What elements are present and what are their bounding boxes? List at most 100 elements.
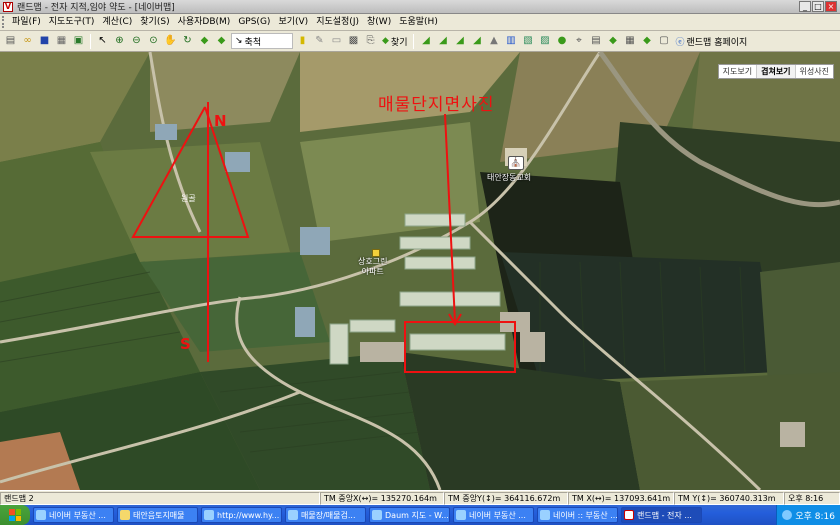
pos-icon[interactable]: ⌖: [571, 34, 586, 49]
toolbar-separator: [90, 33, 91, 49]
browser-icon: [372, 510, 382, 520]
maximize-button[interactable]: □: [812, 1, 824, 12]
sat-icon[interactable]: ◆: [639, 34, 654, 49]
status-tm-center-x: TM 중앙X(↔)= 135270.164m: [320, 491, 444, 505]
save-icon[interactable]: ■: [37, 34, 52, 49]
open-icon[interactable]: ∞: [20, 34, 35, 49]
find-button[interactable]: ◆ 찾기: [380, 35, 409, 48]
terrain-icon[interactable]: ▲: [486, 34, 501, 49]
taskbar-item-active[interactable]: 랜드맵 - 전자 ...: [621, 507, 702, 523]
taskbar-item[interactable]: 매물장/매물검...: [285, 507, 366, 523]
taskbar-item-label: 태안음토지매물: [133, 510, 185, 520]
menu-window[interactable]: 창(W): [363, 15, 395, 30]
menu-map-tools[interactable]: 지도도구(T): [45, 15, 99, 30]
browser-icon: [456, 510, 466, 520]
clock: 오후 8:16: [795, 511, 835, 522]
browser-icon: [540, 510, 550, 520]
browser-icon: [204, 510, 214, 520]
landmap-icon: V: [3, 1, 13, 12]
church-icon: ⛪: [510, 158, 522, 168]
south-label: S: [180, 335, 191, 353]
globe-icon[interactable]: ●: [554, 34, 569, 49]
status-tm-x: TM X(↔)= 137093.641m: [568, 491, 674, 505]
zoom-out-icon[interactable]: ⊖: [129, 34, 144, 49]
toolbar: ▤ ∞ ■ ▦ ▣ ↖ ⊕ ⊖ ⊙ ✋ ↻ ◆ ◆ ↘ 축척 ▮ ✎ ▭ ▩ ⎘…: [0, 31, 840, 52]
grid-icon[interactable]: ▧: [520, 34, 535, 49]
map-type-switch: 지도보기 겹쳐보기 위성사진: [717, 64, 834, 79]
church-marker[interactable]: ⛪: [508, 156, 524, 170]
zoom-region-icon[interactable]: ⊙: [146, 34, 161, 49]
chart-icon[interactable]: ▥: [503, 34, 518, 49]
taskbar-item[interactable]: Daum 지도 - W...: [369, 507, 450, 523]
menu-view[interactable]: 보기(V): [274, 15, 312, 30]
view-icon[interactable]: ▦: [622, 34, 637, 49]
menu-user-db[interactable]: 사용자DB(M): [174, 15, 235, 30]
status-time: 오후 8:16: [784, 491, 840, 505]
tool-c-icon[interactable]: ◢: [452, 34, 467, 49]
taskbar-item[interactable]: 태안음토지매물: [117, 507, 198, 523]
calculator-icon[interactable]: ▩: [346, 34, 361, 49]
find-icon: ◆: [382, 36, 389, 46]
system-tray: 오후 8:16: [776, 505, 840, 525]
taskbar-item-label: http://www.hy...: [217, 510, 280, 520]
layer-a-icon[interactable]: ◆: [197, 34, 212, 49]
tool-d-icon[interactable]: ◢: [469, 34, 484, 49]
menu-map-settings[interactable]: 지도설정(J): [312, 15, 363, 30]
layers-icon[interactable]: ▨: [537, 34, 552, 49]
start-button[interactable]: [0, 505, 30, 525]
close-button[interactable]: ×: [825, 1, 837, 12]
tool-a-icon[interactable]: ◢: [418, 34, 433, 49]
new-icon[interactable]: ▤: [3, 34, 18, 49]
title-bar: V 랜드맵 - 전자 지적,임야 약도 - [네이버맵] _ □ ×: [0, 0, 840, 14]
attach-icon[interactable]: ⎘: [363, 34, 378, 49]
gps-icon[interactable]: ◆: [605, 34, 620, 49]
ie-icon: ⓔ: [675, 37, 685, 48]
browser-icon: [36, 510, 46, 520]
tool-b-icon[interactable]: ◢: [435, 34, 450, 49]
taskbar-item-label: 네이버 부동산 ...: [469, 510, 526, 520]
browser-icon: [288, 510, 298, 520]
status-tm-y: TM Y(↕)= 360740.313m: [674, 491, 784, 505]
scale-input[interactable]: ↘ 축척: [231, 33, 293, 49]
zoom-in-icon[interactable]: ⊕: [112, 34, 127, 49]
map-type-overlay[interactable]: 겹쳐보기: [757, 65, 796, 78]
minimize-button[interactable]: _: [799, 1, 811, 12]
apartment-marker-icon[interactable]: [372, 249, 380, 257]
menu-file[interactable]: 파일(F): [8, 15, 45, 30]
measure-icon[interactable]: ▭: [329, 34, 344, 49]
select-icon[interactable]: ↖: [95, 34, 110, 49]
church-label: 태안장동교회: [487, 173, 532, 182]
map-link-icon[interactable]: ▤: [588, 34, 603, 49]
homepage-label: 랜드맵 홈페이지: [686, 37, 748, 48]
map-type-map[interactable]: 지도보기: [718, 65, 758, 78]
taskbar-item-label: 랜드맵 - 전자 ...: [637, 510, 692, 520]
menu-find[interactable]: 찾기(S): [136, 15, 173, 30]
tray-icon[interactable]: [782, 510, 793, 520]
options-icon[interactable]: ▢: [656, 34, 671, 49]
toolbar-grip-icon: [2, 16, 6, 28]
map-view[interactable]: 매물단지면사진 N S 원골 ⛪ 태안장동교회 상호그린 아파트 지도보기 겹쳐…: [0, 52, 840, 490]
status-tm-center-y: TM 중앙Y(↕)= 364116.672m: [444, 491, 568, 505]
menu-help[interactable]: 도움말(H): [395, 15, 442, 30]
apartment-label-line1: 상호그린: [358, 257, 388, 266]
print-icon[interactable]: ▦: [54, 34, 69, 49]
note-icon[interactable]: ▮: [295, 34, 310, 49]
apartment-label-line2: 아파트: [361, 267, 384, 276]
taskbar-item[interactable]: http://www.hy...: [201, 507, 282, 523]
layer-b-icon[interactable]: ◆: [214, 34, 229, 49]
refresh-icon[interactable]: ↻: [180, 34, 195, 49]
export-icon[interactable]: ▣: [71, 34, 86, 49]
hand-pan-icon[interactable]: ✋: [163, 34, 178, 49]
edit-icon[interactable]: ✎: [312, 34, 327, 49]
taskbar-item[interactable]: 네이버 부동산 ...: [33, 507, 114, 523]
folder-icon: [120, 510, 130, 520]
taskbar-item[interactable]: 네이버 :: 부동산 ...: [537, 507, 618, 523]
homepage-button[interactable]: ⓔ 랜드맵 홈페이지: [673, 35, 749, 48]
taskbar-item[interactable]: 네이버 부동산 ...: [453, 507, 534, 523]
status-app: 랜드맵 2: [0, 491, 320, 505]
menu-gps[interactable]: GPS(G): [234, 15, 274, 30]
map-type-satellite[interactable]: 위성사진: [795, 65, 833, 78]
village-label: 원골: [181, 194, 196, 203]
menu-calculate[interactable]: 계산(C): [98, 15, 136, 30]
scale-icon: ↘: [235, 36, 243, 46]
